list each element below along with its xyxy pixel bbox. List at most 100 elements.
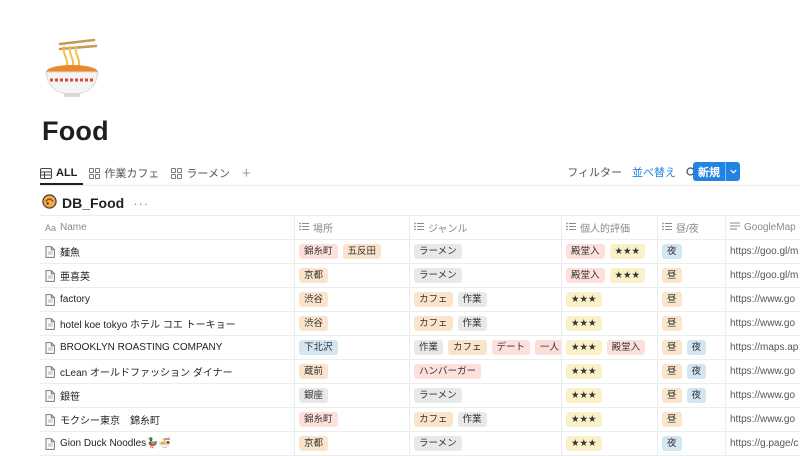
gmap-url[interactable]: https://www.go <box>730 318 795 329</box>
cell-genre[interactable]: ハンバーガー <box>410 360 562 383</box>
table-row[interactable]: factory 渋谷 カフェ 作業 ★★★ 昼 https://www.go <box>40 288 800 312</box>
cell-name[interactable]: BROOKLYN ROASTING COMPANY <box>40 336 295 359</box>
cell-place[interactable]: 錦糸町 <box>295 408 410 431</box>
cell-genre[interactable]: カフェ 作業 <box>410 312 562 335</box>
cell-time[interactable]: 昼夜 <box>658 360 726 383</box>
cell-time[interactable]: 昼 <box>658 312 726 335</box>
time-tag: 夜 <box>686 388 707 403</box>
cell-genre[interactable]: 作業 カフェ デート 一人 <box>410 336 562 359</box>
gmap-url[interactable]: https://www.go <box>730 390 795 401</box>
cell-time[interactable]: 夜 <box>658 240 726 263</box>
cell-time[interactable]: 昼夜 <box>658 336 726 359</box>
noodle-bowl-icon[interactable] <box>40 36 104 100</box>
table-row[interactable]: Gion Duck Noodles🦆🍜 京都 ラーメン ★★★ 夜 https://g.p… <box>40 432 800 456</box>
table-row[interactable]: hotel koe tokyo ホテル コエ トーキョー 渋谷 カフェ 作業 ★★★ 昼 h… <box>40 312 800 336</box>
cell-gmap[interactable]: https://maps.ap <box>726 336 800 359</box>
tab-all[interactable]: ALL <box>40 162 77 184</box>
cell-genre[interactable]: ラーメン <box>410 240 562 263</box>
row-title[interactable]: 銀笹 <box>60 388 80 403</box>
cell-place[interactable]: 銀座 <box>295 384 410 407</box>
cell-gmap[interactable]: https://goo.gl/m <box>726 240 800 263</box>
tab-work-cafe-label: 作業カフェ <box>104 168 160 180</box>
header-gmap[interactable]: GoogleMap <box>726 216 800 239</box>
cell-gmap[interactable]: https://www.go <box>726 312 800 335</box>
cell-time[interactable]: 昼 <box>658 408 726 431</box>
cell-genre[interactable]: ラーメン <box>410 384 562 407</box>
row-title[interactable]: factory <box>60 294 90 305</box>
cell-genre[interactable]: カフェ 作業 <box>410 408 562 431</box>
cell-name[interactable]: 亜喜英 <box>40 264 295 287</box>
cell-rating[interactable]: ★★★ <box>562 312 658 335</box>
cell-name[interactable]: hotel koe tokyo ホテル コエ トーキョー <box>40 312 295 335</box>
view-divider <box>40 185 800 186</box>
genre-tag: 作業 <box>414 340 444 355</box>
cell-gmap[interactable]: https://goo.gl/m <box>726 264 800 287</box>
cell-genre[interactable]: カフェ 作業 <box>410 288 562 311</box>
table-row[interactable]: 亜喜英 京都 ラーメン 殿堂入 ★★★ 昼 https://goo.gl/m <box>40 264 800 288</box>
genre-tag: 一人 <box>535 340 561 355</box>
cell-rating[interactable]: ★★★ 殿堂入 <box>562 336 658 359</box>
gmap-url[interactable]: https://goo.gl/m <box>730 246 798 257</box>
cell-rating[interactable]: ★★★ <box>562 408 658 431</box>
add-view-button[interactable]: + <box>242 166 251 181</box>
tab-work-cafe[interactable]: 作業カフェ <box>89 162 159 184</box>
row-title[interactable]: cLean オールドファッション ダイナー <box>60 364 233 379</box>
cell-name[interactable]: 麺魚 <box>40 240 295 263</box>
gmap-url[interactable]: https://www.go <box>730 294 795 305</box>
sort-button[interactable]: 並べ替え <box>632 164 676 180</box>
cell-gmap[interactable]: https://www.go <box>726 288 800 311</box>
cell-place[interactable]: 渋谷 <box>295 288 410 311</box>
cell-gmap[interactable]: https://www.go <box>726 360 800 383</box>
cell-name[interactable]: 銀笹 <box>40 384 295 407</box>
database-more-button[interactable]: ··· <box>133 196 149 211</box>
cell-rating[interactable]: 殿堂入 ★★★ <box>562 240 658 263</box>
cell-name[interactable]: factory <box>40 288 295 311</box>
cell-place[interactable]: 渋谷 <box>295 312 410 335</box>
multi-select-icon <box>662 222 672 234</box>
row-title[interactable]: 亜喜英 <box>60 268 90 283</box>
cell-rating[interactable]: ★★★ <box>562 360 658 383</box>
cell-gmap[interactable]: https://www.go <box>726 384 800 407</box>
row-title[interactable]: hotel koe tokyo ホテル コエ トーキョー <box>60 316 236 331</box>
cell-rating[interactable]: ★★★ <box>562 384 658 407</box>
time-tag: 昼 <box>662 292 682 307</box>
header-name[interactable]: Aa Name <box>40 216 295 239</box>
database-title-text[interactable]: DB_Food <box>62 195 124 211</box>
genre-tag: 作業 <box>457 292 487 307</box>
table-row[interactable]: BROOKLYN ROASTING COMPANY 下北沢 作業 カフェ デート 一人 ★★… <box>40 336 800 360</box>
chevron-down-icon[interactable] <box>726 162 740 181</box>
genre-tag: ラーメン <box>414 388 462 403</box>
table-row[interactable]: モクシー東京 錦糸町 錦糸町 カフェ 作業 ★★★ 昼 https://www.go <box>40 408 800 432</box>
cell-rating[interactable]: ★★★ <box>562 288 658 311</box>
cell-name[interactable]: モクシー東京 錦糸町 <box>40 408 295 431</box>
header-rating[interactable]: 個人的評価 <box>562 216 658 239</box>
cell-rating[interactable]: 殿堂入 ★★★ <box>562 264 658 287</box>
cell-time[interactable]: 昼 <box>658 288 726 311</box>
place-tag: 銀座 <box>299 388 329 403</box>
new-button[interactable]: 新規 <box>693 162 740 181</box>
row-title[interactable]: 麺魚 <box>60 244 80 259</box>
table-row[interactable]: 麺魚 錦糸町 五反田 ラーメン 殿堂入 ★★★ 夜 https://goo.gl/m <box>40 240 800 264</box>
gmap-url[interactable]: https://maps.ap <box>730 342 798 353</box>
gmap-url[interactable]: https://www.go <box>730 366 795 377</box>
gmap-url[interactable]: https://goo.gl/m <box>730 270 798 281</box>
cell-place[interactable]: 京都 <box>295 264 410 287</box>
row-title[interactable]: モクシー東京 錦糸町 <box>60 412 160 427</box>
gmap-url[interactable]: https://www.go <box>730 414 795 425</box>
tab-ramen[interactable]: ラーメン <box>171 162 230 184</box>
cell-time[interactable]: 昼夜 <box>658 384 726 407</box>
cell-place[interactable]: 蔵前 <box>295 360 410 383</box>
cell-gmap[interactable]: https://www.go <box>726 408 800 431</box>
cell-genre[interactable]: ラーメン <box>410 264 562 287</box>
header-time[interactable]: 昼/夜 <box>658 216 726 239</box>
cell-name[interactable]: cLean オールドファッション ダイナー <box>40 360 295 383</box>
cell-place[interactable]: 錦糸町 五反田 <box>295 240 410 263</box>
table-row[interactable]: cLean オールドファッション ダイナー 蔵前 ハンバーガー ★★★ 昼夜 https:… <box>40 360 800 384</box>
filter-button[interactable]: フィルター <box>567 164 622 180</box>
row-title[interactable]: BROOKLYN ROASTING COMPANY <box>60 342 222 353</box>
cell-time[interactable]: 昼 <box>658 264 726 287</box>
table-row[interactable]: 銀笹 銀座 ラーメン ★★★ 昼夜 https://www.go <box>40 384 800 408</box>
header-genre[interactable]: ジャンル <box>410 216 562 239</box>
cell-place[interactable]: 下北沢 <box>295 336 410 359</box>
header-place[interactable]: 場所 <box>295 216 410 239</box>
